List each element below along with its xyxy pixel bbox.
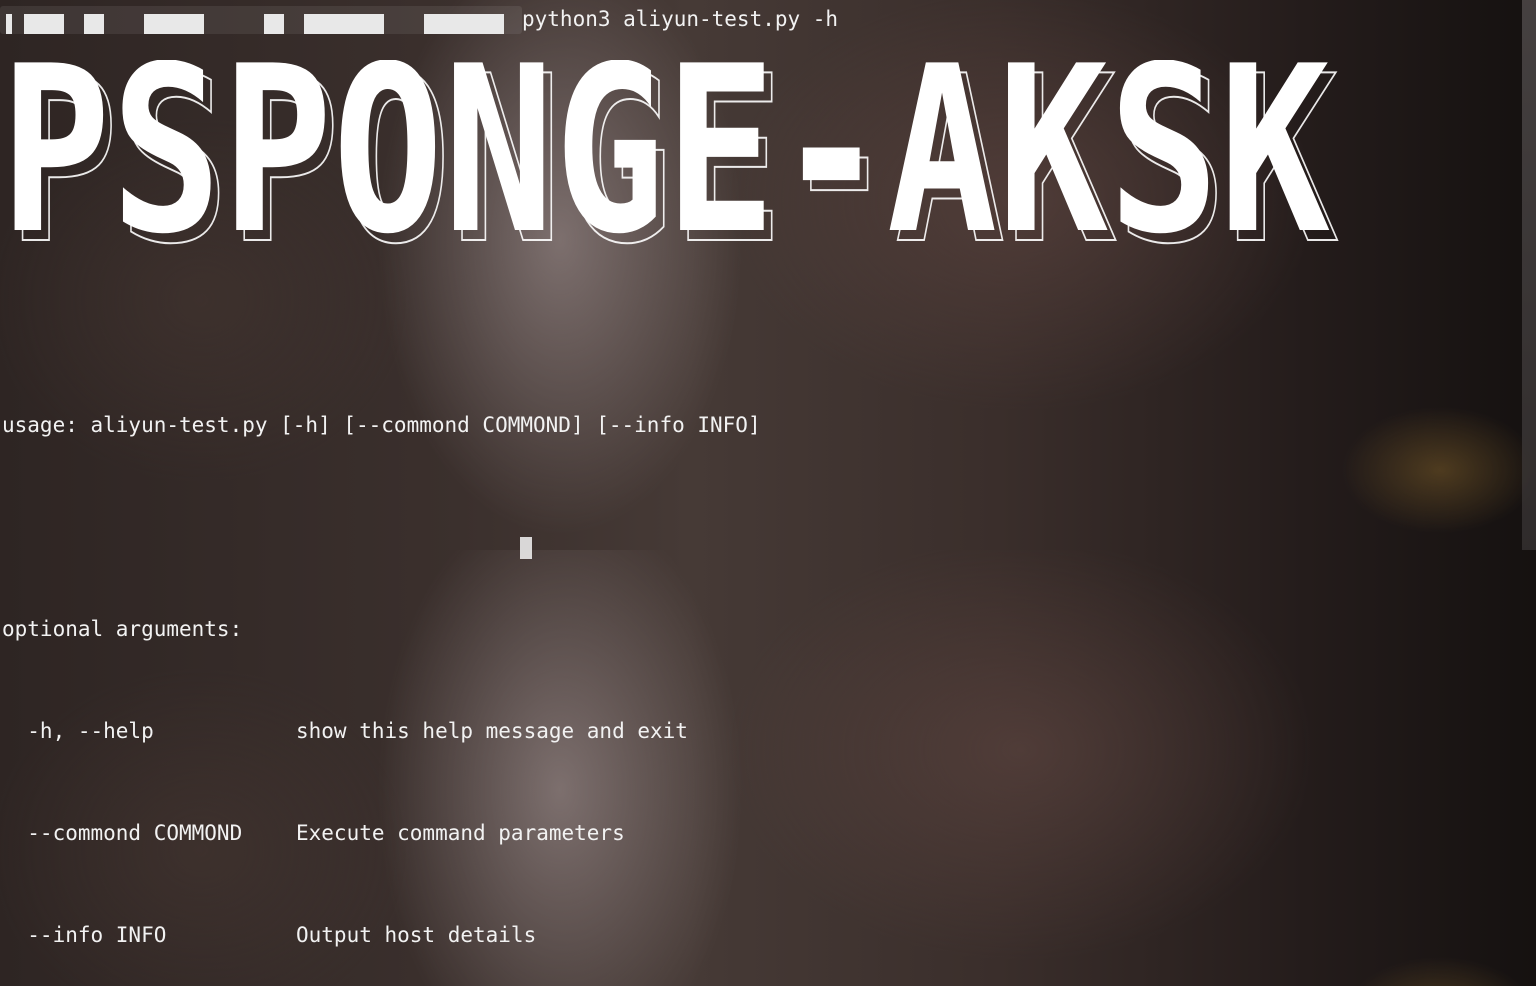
redacted-prompt — [0, 6, 522, 34]
prompt-cursor-line[interactable] — [2, 536, 532, 560]
option-flag: --info INFO — [2, 923, 167, 947]
option-flag: -h, --help — [2, 719, 154, 743]
option-row: --info INFO Output host details — [2, 918, 761, 952]
option-row: -h, --help show this help message and exi… — [2, 714, 761, 748]
option-description: Execute command parameters — [296, 821, 625, 845]
section-heading: optional arguments: — [2, 617, 243, 641]
command-text: python3 aliyun-test.py -h — [522, 7, 839, 31]
command-line: python3 aliyun-test.py -h — [0, 4, 1000, 34]
option-description: show this help message and exit — [296, 719, 688, 743]
option-row: --commond COMMOND Execute command paramet… — [2, 816, 761, 850]
ascii-art-banner: PSPONGE-AKSK PSPONGE-AKSK — [0, 60, 1345, 260]
background-edge — [1522, 0, 1536, 550]
usage-line: usage: aliyun-test.py [-h] [--commond CO… — [2, 413, 761, 437]
help-output: usage: aliyun-test.py [-h] [--commond CO… — [2, 340, 761, 986]
banner-text: PSPONGE-AKSK — [0, 60, 1330, 260]
option-description: Output host details — [296, 923, 537, 947]
option-flag: --commond COMMOND — [2, 821, 243, 845]
text-cursor — [520, 537, 532, 559]
